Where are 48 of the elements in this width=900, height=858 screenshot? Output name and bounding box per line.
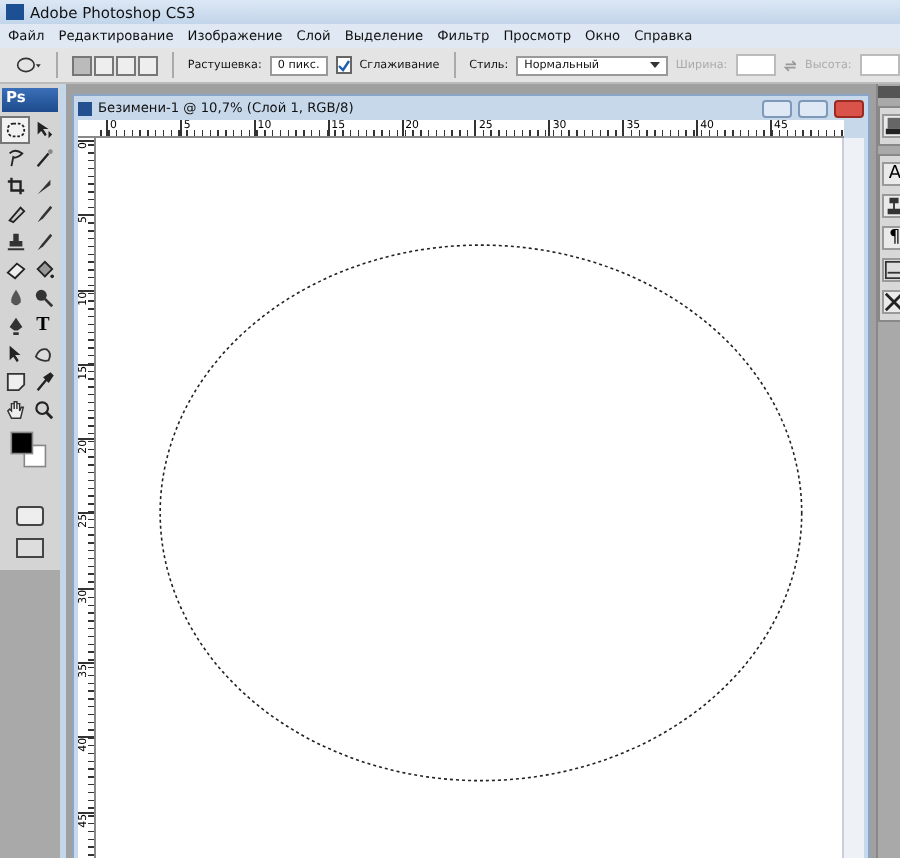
tool-button[interactable] — [2, 398, 28, 422]
hand-icon — [5, 400, 25, 420]
app-icon — [6, 4, 24, 20]
pen-icon — [5, 316, 25, 336]
scroll-bar[interactable] — [841, 138, 864, 858]
tool-button[interactable] — [2, 118, 28, 142]
screen-mode-icon[interactable] — [16, 538, 44, 558]
crop-icon — [5, 176, 25, 196]
tool-button[interactable] — [2, 230, 28, 254]
ellipse-marquee-icon — [5, 120, 25, 140]
tool-button[interactable] — [2, 258, 28, 282]
knife-icon — [33, 176, 53, 196]
ellipse-tool-icon[interactable] — [16, 54, 43, 76]
lasso-icon — [5, 148, 25, 168]
tool-button[interactable] — [30, 398, 56, 422]
height-field[interactable] — [859, 54, 900, 76]
note-icon — [5, 372, 25, 392]
caret-icon — [649, 61, 660, 69]
shape-icon — [33, 344, 53, 364]
stamp-icon — [884, 196, 900, 216]
stamp-icon — [5, 232, 25, 252]
close-button[interactable] — [833, 99, 864, 117]
antialias-checkbox[interactable] — [335, 56, 352, 74]
bucket-icon — [33, 260, 53, 280]
tool-button[interactable]: T — [30, 314, 56, 338]
arrow-icon — [5, 344, 25, 364]
panel-button[interactable] — [881, 290, 900, 314]
tool-button[interactable] — [2, 202, 28, 226]
width-field[interactable] — [735, 54, 776, 76]
document-icon — [78, 101, 92, 115]
wand-icon — [33, 148, 53, 168]
quick-mask-icon[interactable] — [16, 506, 44, 526]
panel-button[interactable] — [881, 114, 900, 138]
drop-icon — [5, 288, 25, 308]
zoom-icon — [33, 400, 53, 420]
panel-button[interactable] — [881, 258, 900, 282]
panel-button[interactable]: ¶ — [881, 226, 900, 250]
tool-button[interactable] — [30, 342, 56, 366]
eyedropper-icon — [33, 372, 53, 392]
move-icon — [33, 120, 53, 140]
panel-button[interactable]: A — [881, 162, 900, 186]
eraser-icon — [5, 260, 25, 280]
tool-button[interactable] — [2, 370, 28, 394]
tool-button[interactable] — [30, 286, 56, 310]
panel-button[interactable] — [881, 194, 900, 218]
navigator-icon — [884, 116, 900, 136]
tool-button[interactable] — [2, 174, 28, 198]
selection-mode-icons[interactable] — [72, 55, 159, 75]
